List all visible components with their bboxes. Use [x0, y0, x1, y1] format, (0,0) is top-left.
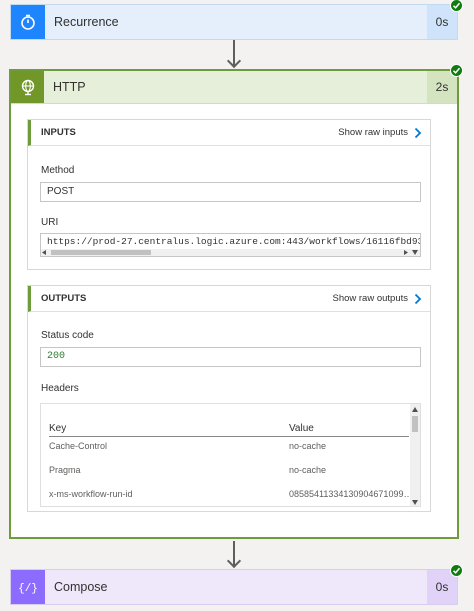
success-check-icon	[450, 0, 463, 12]
inputs-title: INPUTS	[41, 127, 76, 138]
uri-horizontal-scrollbar[interactable]	[41, 249, 420, 256]
headers-vertical-scrollbar[interactable]	[410, 404, 420, 506]
compose-step[interactable]: {/} Compose 0s	[10, 569, 458, 605]
method-label: Method	[41, 165, 75, 176]
show-raw-outputs-label: Show raw outputs	[332, 293, 408, 304]
header-key: x-ms-workflow-run-id	[49, 489, 133, 499]
scrollbar-thumb[interactable]	[51, 250, 151, 255]
header-value: no-cache	[289, 441, 327, 451]
compose-title: Compose	[54, 580, 108, 594]
header-value: no-cache	[289, 465, 327, 475]
success-check-icon	[450, 564, 463, 577]
status-code-field: 200	[40, 347, 421, 367]
scroll-right-icon[interactable]	[403, 250, 408, 255]
method-field: POST	[40, 182, 421, 202]
show-raw-inputs-link[interactable]: Show raw inputs	[338, 127, 422, 139]
header-key: Cache-Control	[49, 441, 108, 451]
header-key: Pragma	[49, 465, 81, 475]
http-step-header[interactable]: HTTP 2s	[11, 71, 457, 104]
scroll-down-icon[interactable]	[412, 500, 418, 505]
key-column-header: Key	[49, 423, 67, 434]
uri-label: URI	[41, 217, 59, 228]
recurrence-title: Recurrence	[54, 15, 119, 29]
globe-icon	[11, 71, 44, 103]
chevron-right-icon	[414, 293, 422, 304]
scroll-down-icon[interactable]	[412, 250, 418, 255]
scroll-left-icon[interactable]	[42, 250, 47, 255]
headers-table: Key Value Cache-Control no-cache Pragma …	[40, 403, 421, 507]
uri-value: https://prod-27.centralus.logic.azure.co…	[47, 236, 421, 247]
inputs-header: INPUTS Show raw inputs	[28, 120, 430, 146]
recurrence-step[interactable]: Recurrence 0s	[10, 4, 458, 40]
show-raw-outputs-link[interactable]: Show raw outputs	[332, 293, 422, 305]
scroll-up-icon[interactable]	[412, 407, 418, 412]
braces-icon: {/}	[11, 570, 45, 604]
success-check-icon	[450, 64, 463, 77]
outputs-title: OUTPUTS	[41, 293, 87, 304]
inputs-section: INPUTS Show raw inputs Method POST URI h…	[27, 119, 431, 270]
header-value: 08585411334130904671099…	[289, 489, 413, 499]
http-step: HTTP 2s INPUTS Show raw inputs Method PO…	[9, 69, 459, 539]
show-raw-inputs-label: Show raw inputs	[338, 127, 408, 138]
value-column-header: Value	[289, 423, 314, 434]
chevron-right-icon	[414, 127, 422, 138]
uri-field[interactable]: https://prod-27.centralus.logic.azure.co…	[40, 233, 421, 257]
svg-text:{/}: {/}	[18, 583, 38, 595]
arrow-head-icon	[226, 53, 242, 69]
outputs-section: OUTPUTS Show raw outputs Status code 200…	[27, 285, 431, 512]
outputs-header: OUTPUTS Show raw outputs	[28, 286, 430, 312]
headers-label: Headers	[41, 383, 79, 394]
clock-icon	[11, 5, 45, 39]
headers-table-header: Key Value	[49, 423, 409, 437]
http-title: HTTP	[53, 80, 86, 94]
arrow-head-icon	[226, 553, 242, 569]
status-code-label: Status code	[41, 330, 94, 341]
scrollbar-thumb[interactable]	[412, 416, 418, 432]
